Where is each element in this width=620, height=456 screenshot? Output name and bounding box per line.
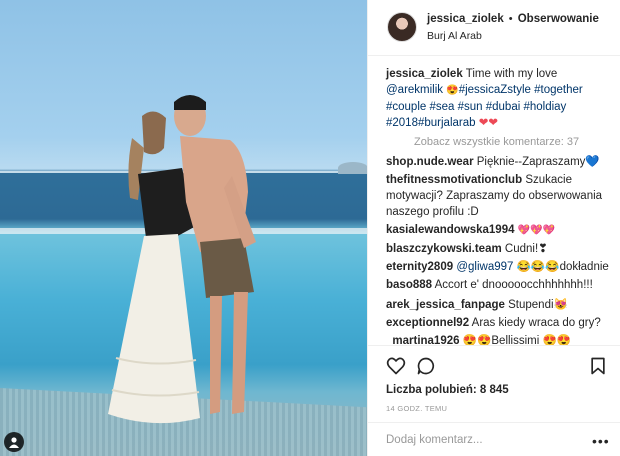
bookmark-icon[interactable]	[588, 356, 608, 376]
comment-text: 😂😂😂dokładnie	[516, 261, 609, 273]
comment-row: blaszczykowski.team Cudni!❣	[386, 241, 614, 257]
post-actions: Liczba polubień: 8 845 14 GODZ. TEMU •••	[368, 345, 620, 456]
avatar[interactable]	[387, 12, 417, 42]
caption-emoji: 😍	[446, 85, 459, 96]
caption-hearts: ❤❤	[478, 117, 499, 129]
caption-mention[interactable]: @arekmilik	[386, 84, 443, 96]
comment-text: Stupendi😻	[508, 299, 568, 311]
comment-username[interactable]: blaszczykowski.team	[386, 243, 502, 255]
comment-username[interactable]: kasialewandowska1994	[386, 224, 515, 236]
comment-text: 💖💖💖	[517, 225, 556, 236]
add-comment-bar: •••	[368, 422, 620, 456]
comment-row: exceptionnel92 Aras kiedy wraca do gry?	[386, 315, 614, 331]
comment-text: Pięknie--Zapraszamy💙	[476, 156, 600, 168]
post-photo[interactable]	[0, 0, 367, 456]
post-header: jessica_ziolek • Obserwowanie Burj Al Ar…	[368, 0, 620, 56]
comment-username[interactable]: exceptionnel92	[386, 317, 469, 329]
comment-row: thefitnessmotivationclub Szukacie motywa…	[386, 172, 614, 220]
comment-icon[interactable]	[416, 356, 436, 376]
comments-list: jessica_ziolek Time with my love @arekmi…	[386, 66, 614, 349]
caption-username[interactable]: jessica_ziolek	[386, 68, 463, 80]
comment-username[interactable]: arek_jessica_fanpage	[386, 299, 505, 311]
comment-row: arek_jessica_fanpage Stupendi😻	[386, 297, 614, 313]
comment-row: baso888 Accort e' dnooooocchhhhhhh!!!	[386, 277, 614, 293]
follow-button[interactable]: Obserwowanie	[518, 13, 599, 25]
post-details-panel: jessica_ziolek • Obserwowanie Burj Al Ar…	[367, 0, 620, 456]
comment-text: Cudni!❣	[504, 243, 548, 255]
comment-mention[interactable]: @gliwa997	[456, 261, 513, 273]
tagged-user-icon[interactable]	[4, 432, 24, 452]
likes-count[interactable]: Liczba polubień: 8 845	[386, 384, 509, 396]
heart-icon[interactable]	[386, 356, 406, 376]
separator-dot: •	[508, 13, 513, 25]
view-all-comments-link[interactable]: Zobacz wszystkie komentarze: 37	[414, 134, 614, 150]
comment-username[interactable]: shop.nude.wear	[386, 156, 474, 168]
header-names: jessica_ziolek • Obserwowanie Burj Al Ar…	[427, 13, 599, 42]
caption-text: Time with my love	[465, 68, 558, 80]
man-figure	[174, 95, 256, 414]
comment-username[interactable]: thefitnessmotivationclub	[386, 174, 522, 186]
comment-text: Aras kiedy wraca do gry?	[471, 317, 601, 329]
comment-username[interactable]: eternity2809	[386, 261, 453, 273]
distant-building	[338, 162, 367, 174]
comment-username[interactable]: baso888	[386, 279, 432, 291]
location-link[interactable]: Burj Al Arab	[427, 30, 599, 42]
comment-row: kasialewandowska1994 💖💖💖	[386, 222, 614, 239]
more-options-icon[interactable]: •••	[592, 433, 610, 449]
comment-text: Accort e' dnooooocchhhhhhh!!!	[434, 279, 593, 291]
post-time[interactable]: 14 GODZ. TEMU	[386, 404, 447, 413]
comment-row: eternity2809 @gliwa997 😂😂😂dokładnie	[386, 259, 614, 275]
comment-row: shop.nude.wear Pięknie--Zapraszamy💙	[386, 154, 614, 170]
caption: jessica_ziolek Time with my love @arekmi…	[386, 66, 614, 131]
author-username[interactable]: jessica_ziolek	[427, 13, 504, 25]
comment-input[interactable]	[386, 431, 586, 449]
